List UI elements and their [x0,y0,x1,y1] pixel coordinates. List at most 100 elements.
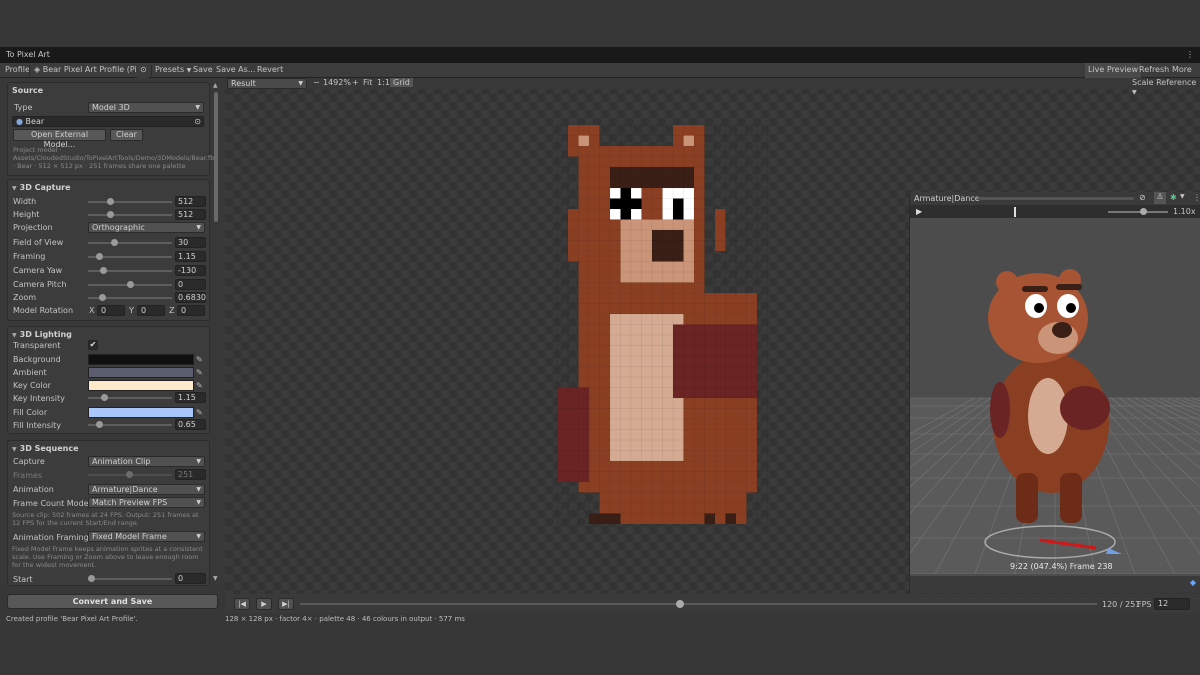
model-object-field[interactable]: ● Bear ⊙ [12,116,204,127]
capture-row-slider[interactable] [88,237,172,248]
eyedropper-icon[interactable]: ✎ [196,368,205,377]
vertical-dots-icon[interactable]: ⋮ [1193,193,1200,202]
scroll-down-icon[interactable]: ▼ [213,575,218,582]
settings-scrollbar[interactable]: ▲ ▼ [213,82,219,582]
capture-row-field[interactable]: 512 [175,209,206,220]
more-menu-button[interactable]: More ▼ [1169,63,1200,89]
object-picker-icon[interactable]: ⊙ [137,63,149,78]
color-swatch[interactable] [88,367,194,378]
color-swatch[interactable] [88,354,194,365]
key-intensity-field[interactable]: 1.15 [175,392,206,403]
convert-and-save-button[interactable]: Convert and Save [7,594,218,609]
capture-row-slider[interactable] [88,251,172,262]
capture-row-slider[interactable] [88,265,172,276]
live-preview-toggle[interactable]: Live Preview [1085,63,1142,78]
slider-knob[interactable] [127,281,134,288]
key-intensity-slider[interactable] [88,392,172,403]
capture-row-slider[interactable] [88,196,172,207]
visibility-off-icon[interactable]: ⊘ [1139,193,1146,202]
chevron-down-icon[interactable]: ▼ [1180,193,1185,200]
fit-button[interactable]: Fit [363,78,372,87]
capture-row-field[interactable]: 0 [175,279,206,290]
capture-row-field[interactable]: 512 [175,196,206,207]
grid-toggle[interactable]: Grid [390,78,413,87]
preview-playhead[interactable] [1014,207,1016,217]
capture-row-field[interactable]: 30 [175,237,206,248]
settings-panel[interactable]: Source Type Model 3D ▼ ● Bear ⊙ Open Exte… [0,78,225,588]
rot-y-field[interactable]: 0 [137,305,165,316]
scale-reference-dropdown[interactable]: Scale Reference ▼ [1132,78,1200,96]
scroll-up-icon[interactable]: ▲ [213,82,218,89]
fill-intensity-slider[interactable] [88,419,172,430]
timeline-scrubber[interactable] [676,600,684,608]
preview-bear-pupil [1066,303,1076,313]
save-button[interactable]: Save [190,63,216,78]
animation-value: Armature|Dance [92,485,158,494]
rot-z-field[interactable]: 0 [177,305,205,316]
capture-row-slider[interactable] [88,279,172,290]
animation-dropdown[interactable]: Armature|Dance ▼ [88,484,205,495]
source-info-text: Project model · Assets/CloudedStudio/ToP… [13,146,219,170]
object-picker-icon[interactable]: ⊙ [194,117,201,126]
profile-object-field[interactable]: ◈ Bear Pixel Art Profile (Pixel [31,63,149,78]
color-swatch[interactable] [88,380,194,391]
step-back-icon[interactable]: |◀ [234,598,250,610]
capture-row-slider[interactable] [88,209,172,220]
slider-knob[interactable] [100,267,107,274]
slider-knob[interactable] [99,294,106,301]
capture-dropdown[interactable]: Animation Clip ▼ [88,456,205,467]
play-icon[interactable]: ▶ [256,598,272,610]
color-row-label: Key Color [13,381,51,390]
preview-timeline[interactable]: ▶ 1.10x [910,205,1200,218]
view-mode-dropdown[interactable]: Result ▼ [227,78,307,89]
eyedropper-icon[interactable]: ✎ [196,408,205,417]
projection-dropdown[interactable]: Orthographic ▼ [88,222,205,233]
scrollbar-thumb[interactable] [214,92,218,222]
rot-x-field[interactable]: 0 [97,305,125,316]
slider-knob[interactable] [107,211,114,218]
capture-row-field[interactable]: 0.6830 [175,292,206,303]
capture-row-slider[interactable] [88,292,172,303]
model-asset-icon: ● [16,117,23,126]
refresh-button[interactable]: Refresh [1136,63,1172,78]
open-external-model-button[interactable]: Open External Model... [13,129,106,149]
clear-button[interactable]: Clear [110,129,143,141]
color-swatch[interactable] [88,407,194,418]
type-dropdown[interactable]: Model 3D ▼ [88,102,204,113]
slider-knob[interactable] [96,421,103,428]
slider-knob[interactable] [107,198,114,205]
live-preview-panel[interactable]: Armature|Dance ⊘ ♙ ✱ ▼ ⋮ ▶ 1.10x 9:22 (0… [909,192,1200,593]
preview-play-icon[interactable]: ▶ [916,207,922,216]
frame-count-mode-dropdown[interactable]: Match Preview FPS ▼ [88,497,205,508]
animation-framing-dropdown[interactable]: Fixed Model Frame ▼ [88,531,205,542]
save-as-button[interactable]: Save As... [213,63,258,78]
preview-header-slider[interactable] [978,197,1134,200]
fill-intensity-field[interactable]: 0.65 [175,419,206,430]
one-to-one-button[interactable]: 1:1 [377,78,390,87]
playback-bar: |◀ ▶ ▶| 120 / 251 FPS 12 [225,594,1200,613]
presets-button[interactable]: Presets ▼ [152,63,194,78]
avatar-icon[interactable]: ♙ [1154,192,1166,204]
slider-knob[interactable] [101,394,108,401]
zoom-out-button[interactable]: − [313,78,320,87]
zoom-in-button[interactable]: + [352,78,359,87]
transparent-checkbox[interactable]: ✔ [88,340,98,350]
start-slider[interactable] [88,573,172,584]
slider-knob[interactable] [111,239,118,246]
start-field[interactable]: 0 [175,573,206,584]
capture-row-field[interactable]: 1.15 [175,251,206,262]
vertical-dots-icon[interactable]: ⋮ [1186,47,1194,63]
eyedropper-icon[interactable]: ✎ [196,381,205,390]
capture-row-field[interactable]: -130 [175,265,206,276]
pivot-icon[interactable]: ✱ [1170,193,1177,202]
revert-button[interactable]: Revert [254,63,286,78]
fps-field[interactable]: 12 [1154,598,1190,610]
tag-icon[interactable]: ◆ [1190,578,1196,587]
timeline-track[interactable] [300,603,1097,605]
slider-knob[interactable] [88,575,95,582]
step-forward-icon[interactable]: ▶| [278,598,294,610]
slider-knob[interactable] [96,253,103,260]
speed-slider[interactable] [1108,211,1168,213]
speed-slider-knob[interactable] [1140,208,1147,215]
eyedropper-icon[interactable]: ✎ [196,355,205,364]
